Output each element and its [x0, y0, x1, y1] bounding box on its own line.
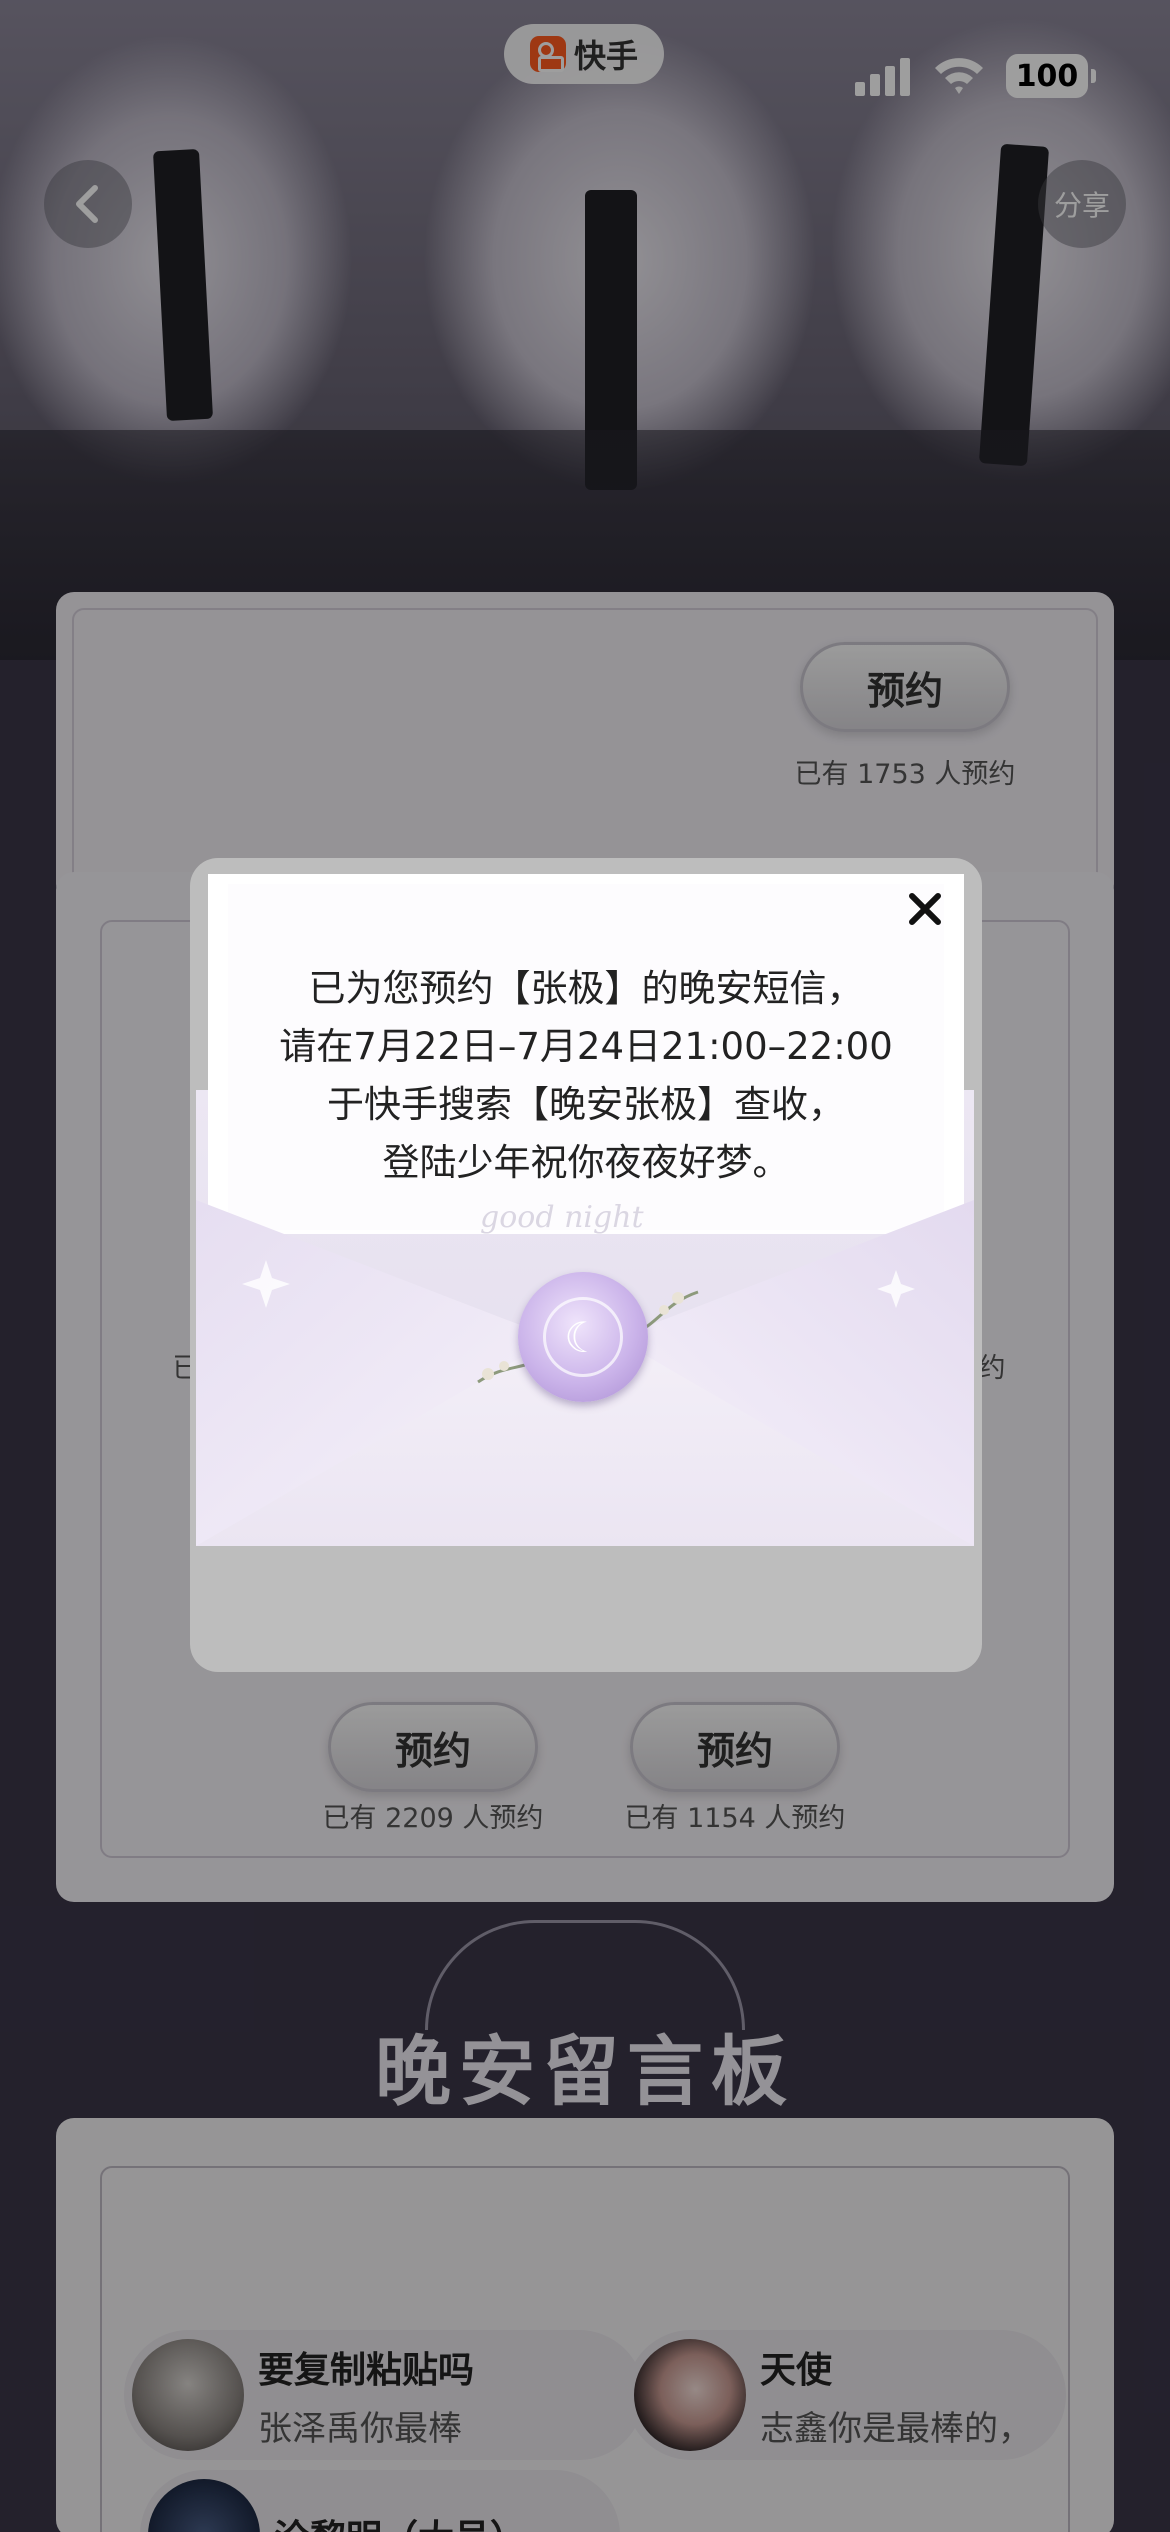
close-button[interactable]: [900, 884, 950, 934]
close-icon: [909, 893, 941, 925]
moon-seal-icon: ☾: [543, 1297, 623, 1377]
message-line: 于快手搜索【晚安张极】查收，: [327, 1083, 845, 1126]
message-line: 请在7月22日–7月24日21:00–22:00: [279, 1025, 893, 1068]
message-line: 已为您预约【张极】的晚安短信，: [308, 967, 864, 1010]
confirmation-message: 已为您预约【张极】的晚安短信， 请在7月22日–7月24日21:00–22:00…: [228, 960, 944, 1192]
message-line: 登陆少年祝你夜夜好梦。: [382, 1141, 790, 1184]
wax-seal: ☾: [518, 1272, 648, 1402]
